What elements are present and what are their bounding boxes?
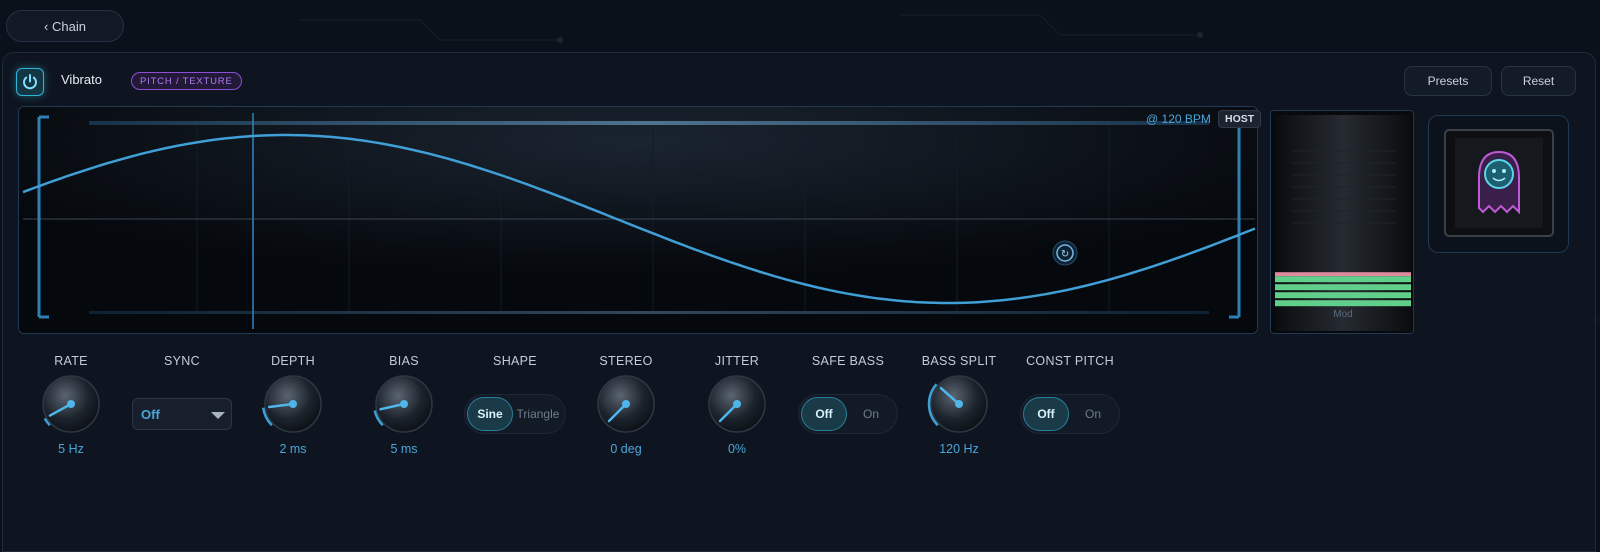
- knob-center: [67, 400, 75, 408]
- rate-value: 5 Hz: [58, 442, 84, 456]
- bias-label: BIAS: [389, 354, 419, 368]
- knob-center: [289, 400, 297, 408]
- knob-center: [400, 400, 408, 408]
- back-to-chain-button[interactable]: ‹ Chain: [6, 10, 124, 42]
- reset-button[interactable]: Reset: [1501, 66, 1576, 96]
- mod-meter-graphic: [1275, 115, 1411, 331]
- chevron-down-icon: [211, 412, 225, 419]
- jitter-knob[interactable]: [705, 372, 769, 436]
- depth-knob[interactable]: [261, 372, 325, 436]
- safe-bass-option-off[interactable]: Off: [801, 397, 847, 431]
- mod-meter: Mod: [1270, 110, 1414, 334]
- meter-bar: [1275, 292, 1411, 299]
- host-sync-badge[interactable]: HOST: [1218, 110, 1262, 128]
- const-pitch-label: CONST PITCH: [1026, 354, 1114, 368]
- safe-bass-option-on[interactable]: On: [847, 397, 895, 431]
- rate-knob[interactable]: [39, 372, 103, 436]
- lfo-scope-graphic: ↻: [19, 107, 1257, 333]
- depth-label: DEPTH: [271, 354, 315, 368]
- shape-label: SHAPE: [493, 354, 537, 368]
- avatar-panel: [1428, 115, 1569, 253]
- bias-knob[interactable]: [372, 372, 436, 436]
- category-tag: PITCH / TEXTURE: [131, 72, 242, 90]
- const-pitch-option-off[interactable]: Off: [1023, 397, 1069, 431]
- depth-value: 2 ms: [279, 442, 307, 456]
- shape-option-sine[interactable]: Sine: [467, 397, 513, 431]
- safe-bass-label: SAFE BASS: [811, 354, 885, 368]
- ghost-icon: [1444, 129, 1554, 237]
- meter-peak-line: [1275, 272, 1411, 277]
- const-pitch-option-on[interactable]: On: [1069, 397, 1117, 431]
- stereo-knob[interactable]: [594, 372, 658, 436]
- sync-select[interactable]: Off: [132, 398, 232, 430]
- meter-bar: [1275, 276, 1411, 283]
- shape-toggle: Sine Triangle: [464, 394, 566, 434]
- sync-label: SYNC: [164, 354, 200, 368]
- tempo-label: @ 120 BPM: [1146, 112, 1211, 126]
- mod-meter-label: Mod: [1333, 309, 1353, 320]
- knob-center: [955, 400, 963, 408]
- safe-bass-toggle: Off On: [798, 394, 898, 434]
- meter-bar: [1275, 300, 1411, 307]
- plugin-title: Vibrato: [61, 72, 102, 87]
- bass-split-knob[interactable]: [927, 372, 991, 436]
- svg-text:↻: ↻: [1061, 249, 1069, 260]
- playhead-icon[interactable]: ↻: [1052, 240, 1078, 266]
- power-toggle[interactable]: [16, 68, 44, 96]
- jitter-value: 0%: [727, 442, 747, 456]
- lfo-scope: ↻: [18, 106, 1258, 334]
- bass-split-value: 120 Hz: [939, 442, 979, 456]
- bass-split-label: BASS SPLIT: [921, 354, 997, 368]
- const-pitch-toggle: Off On: [1020, 394, 1120, 434]
- stereo-value: 0 deg: [610, 442, 642, 456]
- meter-bar: [1275, 284, 1411, 291]
- power-icon: [23, 74, 37, 90]
- presets-button[interactable]: Presets: [1404, 66, 1492, 96]
- bias-value: 5 ms: [390, 442, 418, 456]
- knob-center: [733, 400, 741, 408]
- jitter-label: JITTER: [714, 354, 760, 368]
- stereo-label: STEREO: [599, 354, 653, 368]
- rate-label: RATE: [54, 354, 88, 368]
- sync-select-value: Off: [141, 406, 160, 422]
- knob-center: [622, 400, 630, 408]
- shape-option-triangle[interactable]: Triangle: [513, 397, 563, 431]
